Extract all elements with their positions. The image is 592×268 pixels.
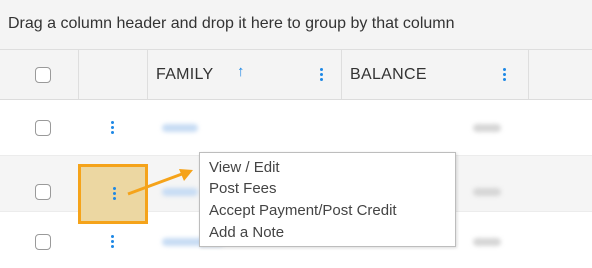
menu-item-post-fees[interactable]: Post Fees	[209, 180, 277, 197]
menu-item-accept-payment[interactable]: Accept Payment/Post Credit	[209, 202, 397, 219]
menu-item-view-edit[interactable]: View / Edit	[209, 159, 280, 176]
row-context-menu: View / Edit Post Fees Accept Payment/Pos…	[199, 152, 456, 247]
menu-item-add-note[interactable]: Add a Note	[209, 224, 284, 241]
